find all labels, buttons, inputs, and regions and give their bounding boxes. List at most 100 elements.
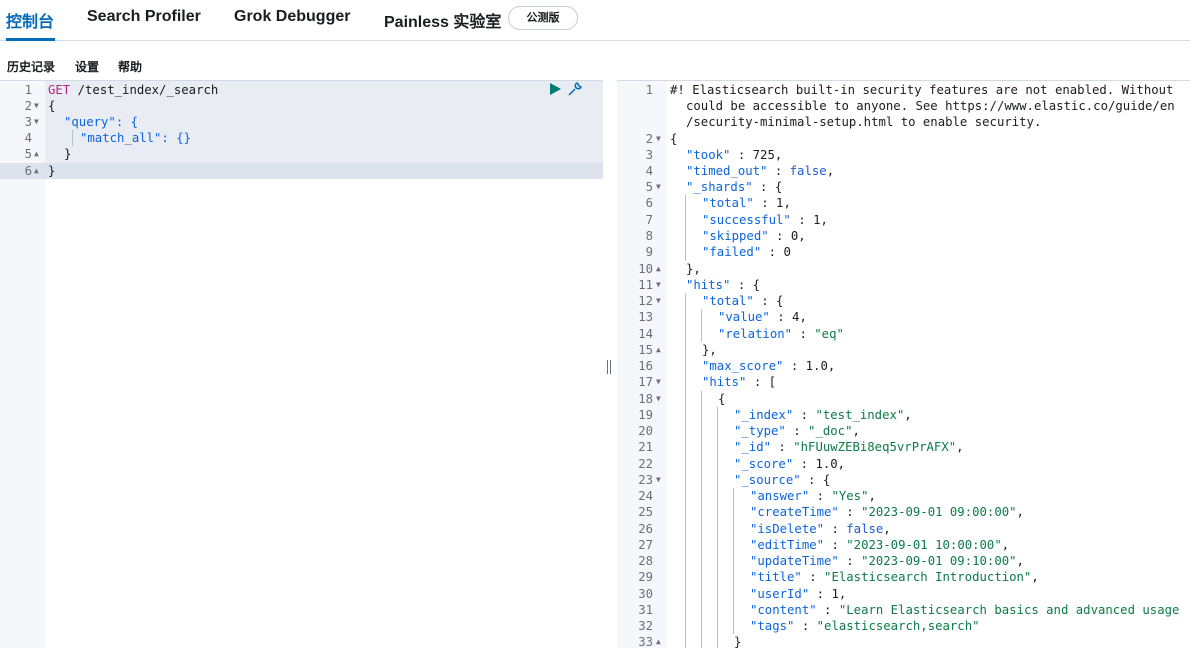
settings-menu-item[interactable]: 设置	[75, 58, 99, 74]
json-line: "title" : "Elasticsearch Introduction",	[750, 570, 1039, 584]
line-number: 33	[638, 635, 653, 648]
fold-toggle-icon[interactable]: ▼	[656, 374, 661, 390]
indent-guide	[733, 488, 734, 634]
json-line: "timed_out" : false,	[686, 164, 835, 178]
fold-toggle-icon[interactable]: ▼	[656, 179, 661, 195]
json-line: "updateTime" : "2023-09-01 09:10:00",	[750, 554, 1024, 568]
line-number: 21	[638, 440, 653, 454]
fold-toggle-icon[interactable]: ▼	[656, 391, 661, 407]
line-number: 16	[638, 359, 653, 373]
json-line: "failed" : 0	[702, 245, 791, 259]
line-number: 2	[645, 132, 653, 146]
json-line: "_type" : "_doc",	[734, 424, 860, 438]
json-line: "createTime" : "2023-09-01 09:00:00",	[750, 505, 1024, 519]
fold-toggle-icon[interactable]: ▲	[34, 146, 39, 162]
json-line: {	[718, 392, 726, 406]
security-warning-text: /security-minimal-setup.html to enable s…	[686, 115, 1042, 129]
panel-resize-handle[interactable]	[605, 360, 613, 376]
json-line: "answer" : "Yes",	[750, 489, 876, 503]
line-number: 11	[638, 278, 653, 292]
line-number: 2	[24, 99, 32, 113]
indent-guide	[701, 391, 702, 648]
request-line: }	[48, 164, 56, 178]
request-line: GET /test_index/_search	[48, 83, 219, 97]
line-number: 7	[645, 213, 653, 227]
tab-search-profiler[interactable]: Search Profiler	[87, 8, 201, 30]
security-warning-text: #! Elasticsearch built-in security featu…	[670, 83, 1174, 97]
line-number: 5	[24, 147, 32, 161]
json-line: "total" : {	[702, 294, 784, 308]
request-line: {	[48, 99, 56, 113]
fold-toggle-icon[interactable]: ▼	[656, 472, 661, 488]
tab-grok-debugger[interactable]: Grok Debugger	[234, 8, 350, 30]
beta-badge: 公测版	[508, 6, 578, 30]
json-line: "_source" : {	[734, 473, 831, 487]
line-number: 26	[638, 522, 653, 536]
line-number: 1	[645, 83, 653, 97]
line-number: 3	[645, 148, 653, 162]
line-number: 24	[638, 489, 653, 503]
json-line: "isDelete" : false,	[750, 522, 891, 536]
json-line: "content" : "Learn Elasticsearch basics …	[750, 603, 1180, 617]
line-number: 6	[645, 196, 653, 210]
json-line: "editTime" : "2023-09-01 10:00:00",	[750, 538, 1010, 552]
help-menu-item[interactable]: 帮助	[118, 58, 142, 74]
json-line: "hits" : {	[686, 278, 761, 292]
history-menu-item[interactable]: 历史记录	[7, 58, 55, 74]
fold-toggle-icon[interactable]: ▲	[656, 261, 661, 277]
line-number: 13	[638, 310, 653, 324]
line-number: 4	[645, 164, 653, 178]
line-number: 23	[638, 473, 653, 487]
fold-toggle-icon[interactable]: ▲	[656, 634, 661, 648]
json-line: {	[670, 132, 678, 146]
fold-toggle-icon[interactable]: ▼	[34, 98, 39, 114]
fold-toggle-icon[interactable]: ▼	[34, 114, 39, 130]
json-line: },	[702, 343, 717, 357]
fold-toggle-icon[interactable]: ▼	[656, 131, 661, 147]
line-number: 25	[638, 505, 653, 519]
line-number: 22	[638, 457, 653, 471]
line-number: 10	[638, 262, 653, 276]
json-line: },	[686, 262, 701, 276]
indent-guide	[685, 293, 686, 648]
json-line: "successful" : 1,	[702, 213, 828, 227]
json-line: "skipped" : 0,	[702, 229, 806, 243]
json-line: }	[734, 635, 742, 648]
request-line: "match_all": {}	[80, 131, 192, 145]
request-line: }	[64, 147, 72, 161]
wrench-icon[interactable]	[566, 80, 584, 98]
line-number: 12	[638, 294, 653, 308]
line-number: 31	[638, 603, 653, 617]
line-number: 9	[645, 245, 653, 259]
tab-console[interactable]: 控制台	[6, 8, 54, 31]
json-line: "max_score" : 1.0,	[702, 359, 836, 373]
tab-painless-lab[interactable]: Painless 实验室	[384, 8, 501, 31]
line-number: 20	[638, 424, 653, 438]
json-line: "took" : 725,	[686, 148, 783, 162]
indent-guide	[72, 130, 73, 146]
top-tab-bar: 控制台 Search Profiler Grok Debugger Painle…	[0, 0, 1190, 41]
json-line: "relation" : "eq"	[718, 327, 844, 341]
fold-toggle-icon[interactable]: ▲	[656, 342, 661, 358]
fold-toggle-icon[interactable]: ▼	[656, 293, 661, 309]
fold-toggle-icon[interactable]: ▲	[34, 163, 39, 179]
json-line: "_index" : "test_index",	[734, 408, 912, 422]
active-tab-indicator	[6, 38, 55, 41]
line-number: 19	[638, 408, 653, 422]
response-viewer[interactable]: 1 2 3 4 5 6 7 8 9 10 11 12 13 14 15 16 1…	[617, 80, 1190, 648]
line-number: 5	[645, 180, 653, 194]
line-number: 18	[638, 392, 653, 406]
json-line: "total" : 1,	[702, 196, 791, 210]
line-number: 15	[638, 343, 653, 357]
line-number: 1	[24, 83, 32, 97]
fold-toggle-icon[interactable]: ▼	[656, 277, 661, 293]
send-request-play-icon[interactable]	[548, 82, 562, 96]
line-number: 30	[638, 587, 653, 601]
request-editor[interactable]: 1 2 ▼ 3 ▼ 4 5 ▲ 6 ▲ GET /test_index/_sea…	[0, 80, 603, 648]
line-number: 27	[638, 538, 653, 552]
request-line: "query": {	[64, 115, 139, 129]
json-line: "value" : 4,	[718, 310, 807, 324]
indent-guide	[701, 309, 702, 342]
line-number: 28	[638, 554, 653, 568]
json-line: "_id" : "hFUuwZEBi8eq5vrPrAFX",	[734, 440, 964, 454]
